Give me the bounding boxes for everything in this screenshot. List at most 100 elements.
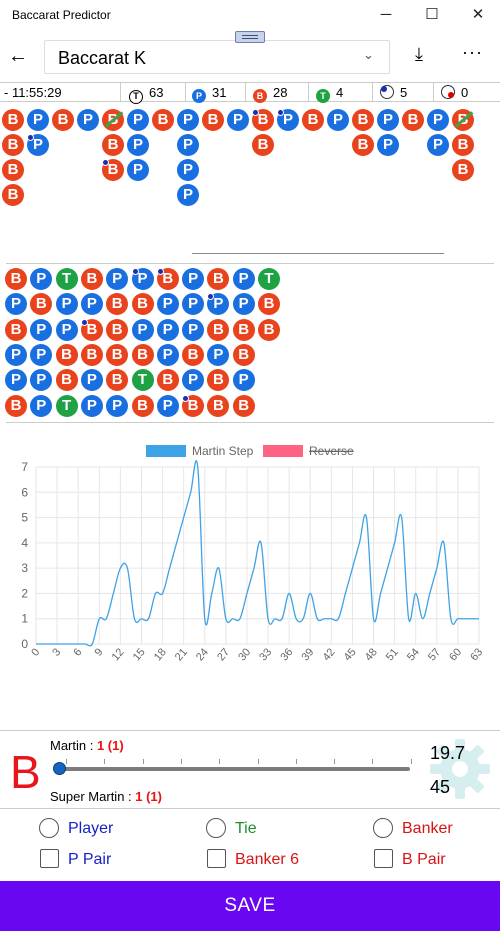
- bead-player: P: [182, 369, 205, 392]
- y-tick-label: 1: [21, 612, 28, 626]
- slider-tick: [180, 759, 182, 764]
- slider-thumb[interactable]: [53, 762, 66, 775]
- table-select-value: Baccarat K: [58, 48, 147, 68]
- legend-swatch: [263, 445, 303, 457]
- bead-plate: BPTBPPBPBPTPBPPBBPPPPBBPPBBPPPBBBPPBBBBP…: [0, 265, 500, 420]
- super-martin-value: 1 (1): [135, 789, 162, 804]
- tie-radio[interactable]: [206, 818, 226, 838]
- minimize-button[interactable]: ─: [374, 4, 398, 26]
- banker6-checkbox[interactable]: [207, 849, 226, 868]
- bead-banker: B: [207, 318, 230, 341]
- x-tick-label: 51: [384, 646, 401, 663]
- y-tick-label: 4: [21, 536, 28, 550]
- player-option-label[interactable]: Player: [68, 820, 113, 838]
- bead-tie: T: [55, 268, 78, 290]
- bead-banker: B: [131, 343, 154, 366]
- player-pair-icon: [380, 85, 394, 99]
- maximize-button[interactable]: ☐: [420, 4, 444, 26]
- super-martin-label: Super Martin :: [50, 789, 136, 804]
- scrollbar[interactable]: [192, 253, 444, 254]
- bead-banker: B: [131, 394, 154, 417]
- divider: [308, 83, 309, 101]
- martin-slider[interactable]: [56, 767, 410, 771]
- pair-dot: [80, 318, 88, 326]
- x-tick-label: 39: [299, 646, 316, 663]
- bead-banker: B: [106, 343, 129, 366]
- legend-swatch: [146, 445, 186, 457]
- bead-banker: B: [207, 369, 230, 392]
- bead-banker: B: [102, 159, 124, 181]
- pair-dot: [207, 293, 215, 301]
- stat-player-pair: 5: [380, 85, 407, 100]
- stat-tie: T4: [316, 85, 343, 103]
- bead-banker: B: [402, 109, 424, 131]
- pair-dot: [182, 394, 190, 402]
- bead-banker: B: [352, 109, 374, 131]
- b-pair-checkbox[interactable]: [374, 849, 393, 868]
- legend-label: Reverse: [309, 444, 354, 458]
- table-select[interactable]: Baccarat K ⌄: [44, 40, 390, 74]
- close-button[interactable]: ✕: [466, 4, 490, 26]
- download-icon[interactable]: ⤓: [415, 44, 423, 65]
- bead-banker: B: [302, 109, 324, 131]
- bead-banker: B: [182, 343, 205, 366]
- big-road: BBBBPPBPBBBPPPBPPPPBPBBPBPBBPPBPPBBB: [0, 104, 500, 259]
- value-bottom: 45: [430, 777, 451, 797]
- bead-player: P: [131, 268, 154, 290]
- save-button[interactable]: SAVE: [0, 881, 500, 931]
- bead-banker: B: [106, 293, 129, 316]
- bead-banker: B: [182, 394, 205, 417]
- bead-player: P: [207, 293, 230, 316]
- stats-bar: - 11:55:29 T 63 P 31 B 28 T4 5 0: [0, 82, 500, 104]
- bead-player: P: [27, 109, 49, 131]
- x-tick-label: 63: [468, 646, 485, 663]
- slider-tick: [219, 759, 221, 764]
- x-tick-label: 12: [110, 646, 127, 663]
- pair-dot: [131, 268, 139, 275]
- bet-options: Player Tie Banker P Pair Banker 6 B Pair: [0, 808, 500, 881]
- tie-option-label[interactable]: Tie: [235, 820, 257, 838]
- bead-banker: B: [102, 134, 124, 156]
- more-options-icon[interactable]: ···: [462, 42, 483, 63]
- bead-player: P: [5, 369, 27, 392]
- slider-tick: [66, 759, 67, 764]
- chevron-down-icon: ⌄: [363, 47, 374, 62]
- player-radio[interactable]: [39, 818, 59, 838]
- bead-banker: B: [5, 268, 27, 290]
- back-arrow-icon[interactable]: ←: [8, 46, 28, 66]
- bead-player: P: [377, 134, 399, 156]
- bead-banker: B: [55, 369, 78, 392]
- x-tick-label: 60: [447, 646, 464, 663]
- x-tick-label: 27: [215, 646, 232, 663]
- bead-banker: B: [252, 134, 274, 156]
- b-pair-label[interactable]: B Pair: [402, 851, 446, 869]
- pair-dot: [102, 159, 109, 166]
- p-pair-label[interactable]: P Pair: [68, 851, 111, 869]
- banker-option-label[interactable]: Banker: [402, 820, 453, 838]
- app-title: Baccarat Predictor: [12, 8, 111, 22]
- bead-banker: B: [2, 184, 24, 206]
- bead-tie: T: [131, 369, 154, 392]
- bead-player: P: [277, 109, 299, 131]
- banker-radio[interactable]: [373, 818, 393, 838]
- y-tick-label: 6: [21, 485, 28, 499]
- banker6-label[interactable]: Banker 6: [235, 851, 299, 869]
- stat-banker: B 28: [253, 85, 287, 103]
- x-tick-label: 48: [363, 646, 380, 663]
- bead-player: P: [55, 318, 78, 341]
- bead-banker: B: [102, 109, 124, 131]
- bead-player: P: [427, 134, 449, 156]
- x-tick-label: 0: [29, 646, 42, 658]
- drag-handle-icon[interactable]: [235, 31, 265, 43]
- p-pair-checkbox[interactable]: [40, 849, 59, 868]
- bead-banker: B: [452, 159, 474, 181]
- bead-banker: B: [156, 369, 179, 392]
- bead-player: P: [131, 318, 154, 341]
- y-tick-label: 3: [21, 561, 28, 575]
- bead-banker: B: [2, 109, 24, 131]
- bead-player: P: [30, 318, 53, 341]
- bead-player: P: [80, 369, 103, 392]
- bead-player: P: [5, 293, 27, 316]
- bead-player: P: [182, 293, 205, 316]
- slider-tick: [372, 759, 374, 764]
